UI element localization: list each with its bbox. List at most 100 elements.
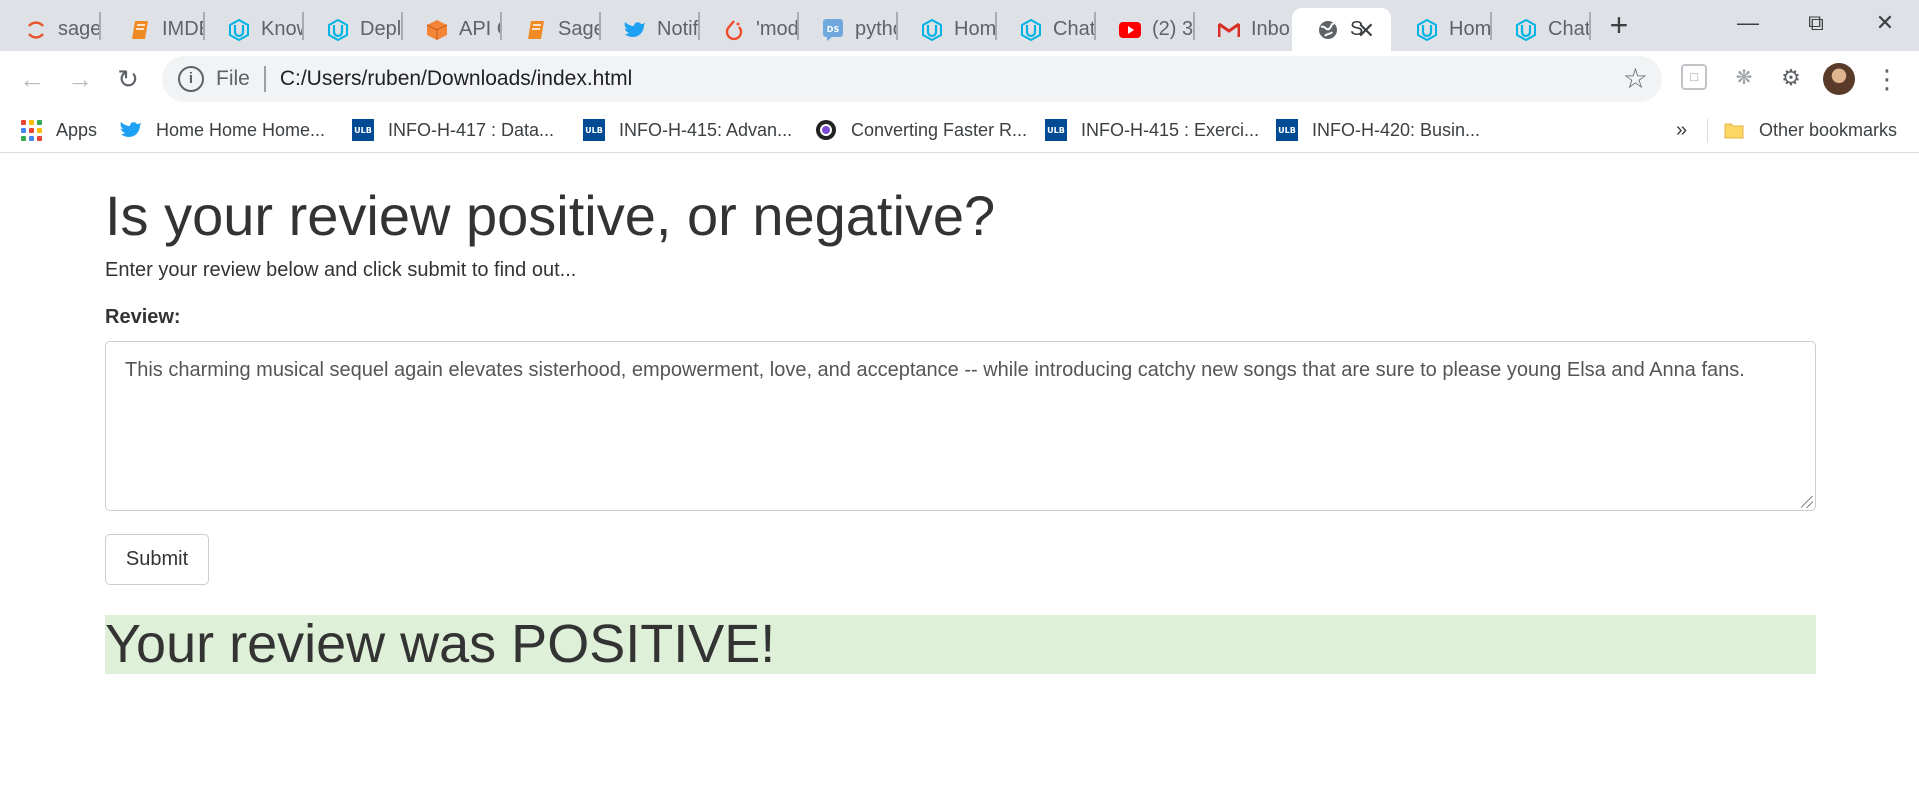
tab-10[interactable]: Chat [995, 8, 1094, 51]
tab-15[interactable]: Chat [1490, 8, 1589, 51]
youtube-icon [1118, 18, 1142, 42]
notebook-icon [128, 18, 152, 42]
tab-14[interactable]: Hom [1391, 8, 1490, 51]
globe-icon [1316, 18, 1340, 42]
textarea-resize-handle[interactable] [1801, 496, 1813, 508]
tab-13[interactable]: S ✕ [1292, 8, 1391, 51]
bookmark-label: INFO-H-415: Advan... [619, 119, 793, 140]
review-textarea[interactable]: This charming musical sequel again eleva… [105, 341, 1816, 511]
udacity-icon [1415, 18, 1439, 42]
bookmark-item[interactable]: ULB INFO-H-420: Busin... [1276, 113, 1480, 147]
bookmarks-bar: Apps Home Home Home... ULB INFO-H-417 : Dat… [0, 105, 1919, 153]
tab-3[interactable]: Depl [302, 8, 401, 51]
bookmark-item[interactable]: Home Home Home... [120, 113, 325, 147]
close-window-button[interactable]: ✕ [1855, 6, 1915, 40]
tab-title: IMDB [162, 18, 203, 40]
browser-toolbar: ← → ↻ i File C:/Users/ruben/Downloads/in… [0, 51, 1919, 105]
other-bookmarks-label: Other bookmarks [1759, 119, 1898, 140]
close-tab-icon[interactable]: ✕ [1357, 18, 1375, 44]
tab-title: Chat [1548, 18, 1589, 40]
new-tab-button[interactable]: + [1604, 8, 1634, 42]
pytorch-icon [722, 18, 746, 42]
tab-separator [99, 12, 101, 40]
bookmark-item[interactable]: Apps [20, 113, 97, 147]
menu-kebab-icon[interactable]: ⋮ [1874, 61, 1900, 97]
bookmark-label: Home Home Home... [156, 119, 326, 140]
tab-9[interactable]: Hom [896, 8, 995, 51]
bookmark-item[interactable]: ULB INFO-H-415: Advan... [583, 113, 792, 147]
restore-button[interactable]: ⧉ [1786, 6, 1846, 40]
notebook-icon [524, 18, 548, 42]
bookmark-item[interactable]: Converting Faster R... [815, 113, 1027, 147]
tab-title: (2) 3 [1152, 18, 1193, 40]
udacity-icon [920, 18, 944, 42]
tab-title: pytho [855, 18, 896, 40]
address-bar[interactable]: i File C:/Users/ruben/Downloads/index.ht… [162, 56, 1662, 102]
omnibox-divider [263, 66, 266, 92]
ulb-icon: ULB [1276, 119, 1298, 141]
tab-title: Sage [558, 18, 599, 40]
bookmark-label: INFO-H-417 : Data... [388, 119, 555, 140]
eye-logo-icon [815, 119, 837, 141]
site-info-icon[interactable]: i [178, 66, 204, 92]
result-banner: Your review was POSITIVE! [105, 615, 1816, 674]
tab-0[interactable]: sage [0, 8, 99, 51]
tab-strip: sage IMDB Know Depl API G Sage Notif 'mod DS pyth… [0, 0, 1919, 51]
tab-title: Hom [954, 18, 995, 40]
bookmark-item[interactable]: ULB INFO-H-417 : Data... [352, 113, 554, 147]
apps-grid-icon [20, 119, 42, 141]
bookmark-label: Converting Faster R... [851, 119, 1028, 140]
bookmarks-divider [1707, 119, 1708, 143]
tab-title: API G [459, 18, 500, 40]
tab-11[interactable]: (2) 3 [1094, 8, 1193, 51]
other-bookmarks-button[interactable]: Other bookmarks [1723, 113, 1897, 147]
bookmark-label: Apps [56, 119, 98, 140]
bookmark-star-icon[interactable]: ☆ [1623, 63, 1648, 95]
ds-icon: DS [821, 18, 845, 42]
twitter-icon [623, 18, 647, 42]
bookmark-label: INFO-H-415 : Exerci... [1081, 119, 1260, 140]
extension-icon[interactable]: □ [1681, 64, 1707, 90]
twitter-icon [120, 119, 142, 141]
gmail-icon [1217, 18, 1241, 42]
tab-7[interactable]: 'mod [698, 8, 797, 51]
url-scheme: File [216, 67, 250, 90]
url-text[interactable]: C:/Users/ruben/Downloads/index.html [280, 67, 633, 91]
review-label: Review: [105, 306, 181, 328]
tab-8[interactable]: DS pytho [797, 8, 896, 51]
page-title: Is your review positive, or negative? [105, 184, 996, 247]
udacity-icon [326, 18, 350, 42]
tab-title: sage [58, 18, 99, 40]
tab-title: Notif [657, 18, 698, 40]
tab-2[interactable]: Know [203, 8, 302, 51]
tab-title: Hom [1449, 18, 1490, 40]
sagemaker-icon [24, 18, 48, 42]
tab-5[interactable]: Sage [500, 8, 599, 51]
tab-title: 'mod [756, 18, 797, 40]
profile-avatar[interactable] [1823, 63, 1855, 95]
tab-6[interactable]: Notif [599, 8, 698, 51]
bookmark-item[interactable]: ULB INFO-H-415 : Exerci... [1045, 113, 1259, 147]
forward-button[interactable]: → [62, 61, 98, 97]
tab-12[interactable]: Inbo [1193, 8, 1292, 51]
tab-1[interactable]: IMDB [104, 8, 203, 51]
bookmark-label: INFO-H-420: Busin... [1312, 119, 1481, 140]
minimize-button[interactable]: — [1718, 6, 1778, 40]
tab-separator [1589, 12, 1591, 40]
bookmarks-overflow-button[interactable]: » [1676, 113, 1687, 147]
tab-title: Depl [360, 18, 401, 40]
reload-button[interactable]: ↻ [110, 61, 146, 97]
submit-button[interactable]: Submit [105, 534, 209, 585]
extensions-puzzle-icon[interactable]: ⚙ [1777, 64, 1805, 92]
ulb-icon: ULB [583, 119, 605, 141]
tab-title: Know [261, 18, 302, 40]
tab-4[interactable]: API G [401, 8, 500, 51]
pdf-extension-icon[interactable]: ❋ [1730, 64, 1758, 92]
back-button[interactable]: ← [14, 61, 50, 97]
ulb-icon: ULB [352, 119, 374, 141]
tab-title: Inbo [1251, 18, 1290, 40]
svg-text:DS: DS [827, 25, 840, 34]
aws-cube-icon [425, 18, 449, 42]
ulb-icon: ULB [1045, 119, 1067, 141]
udacity-icon [227, 18, 251, 42]
